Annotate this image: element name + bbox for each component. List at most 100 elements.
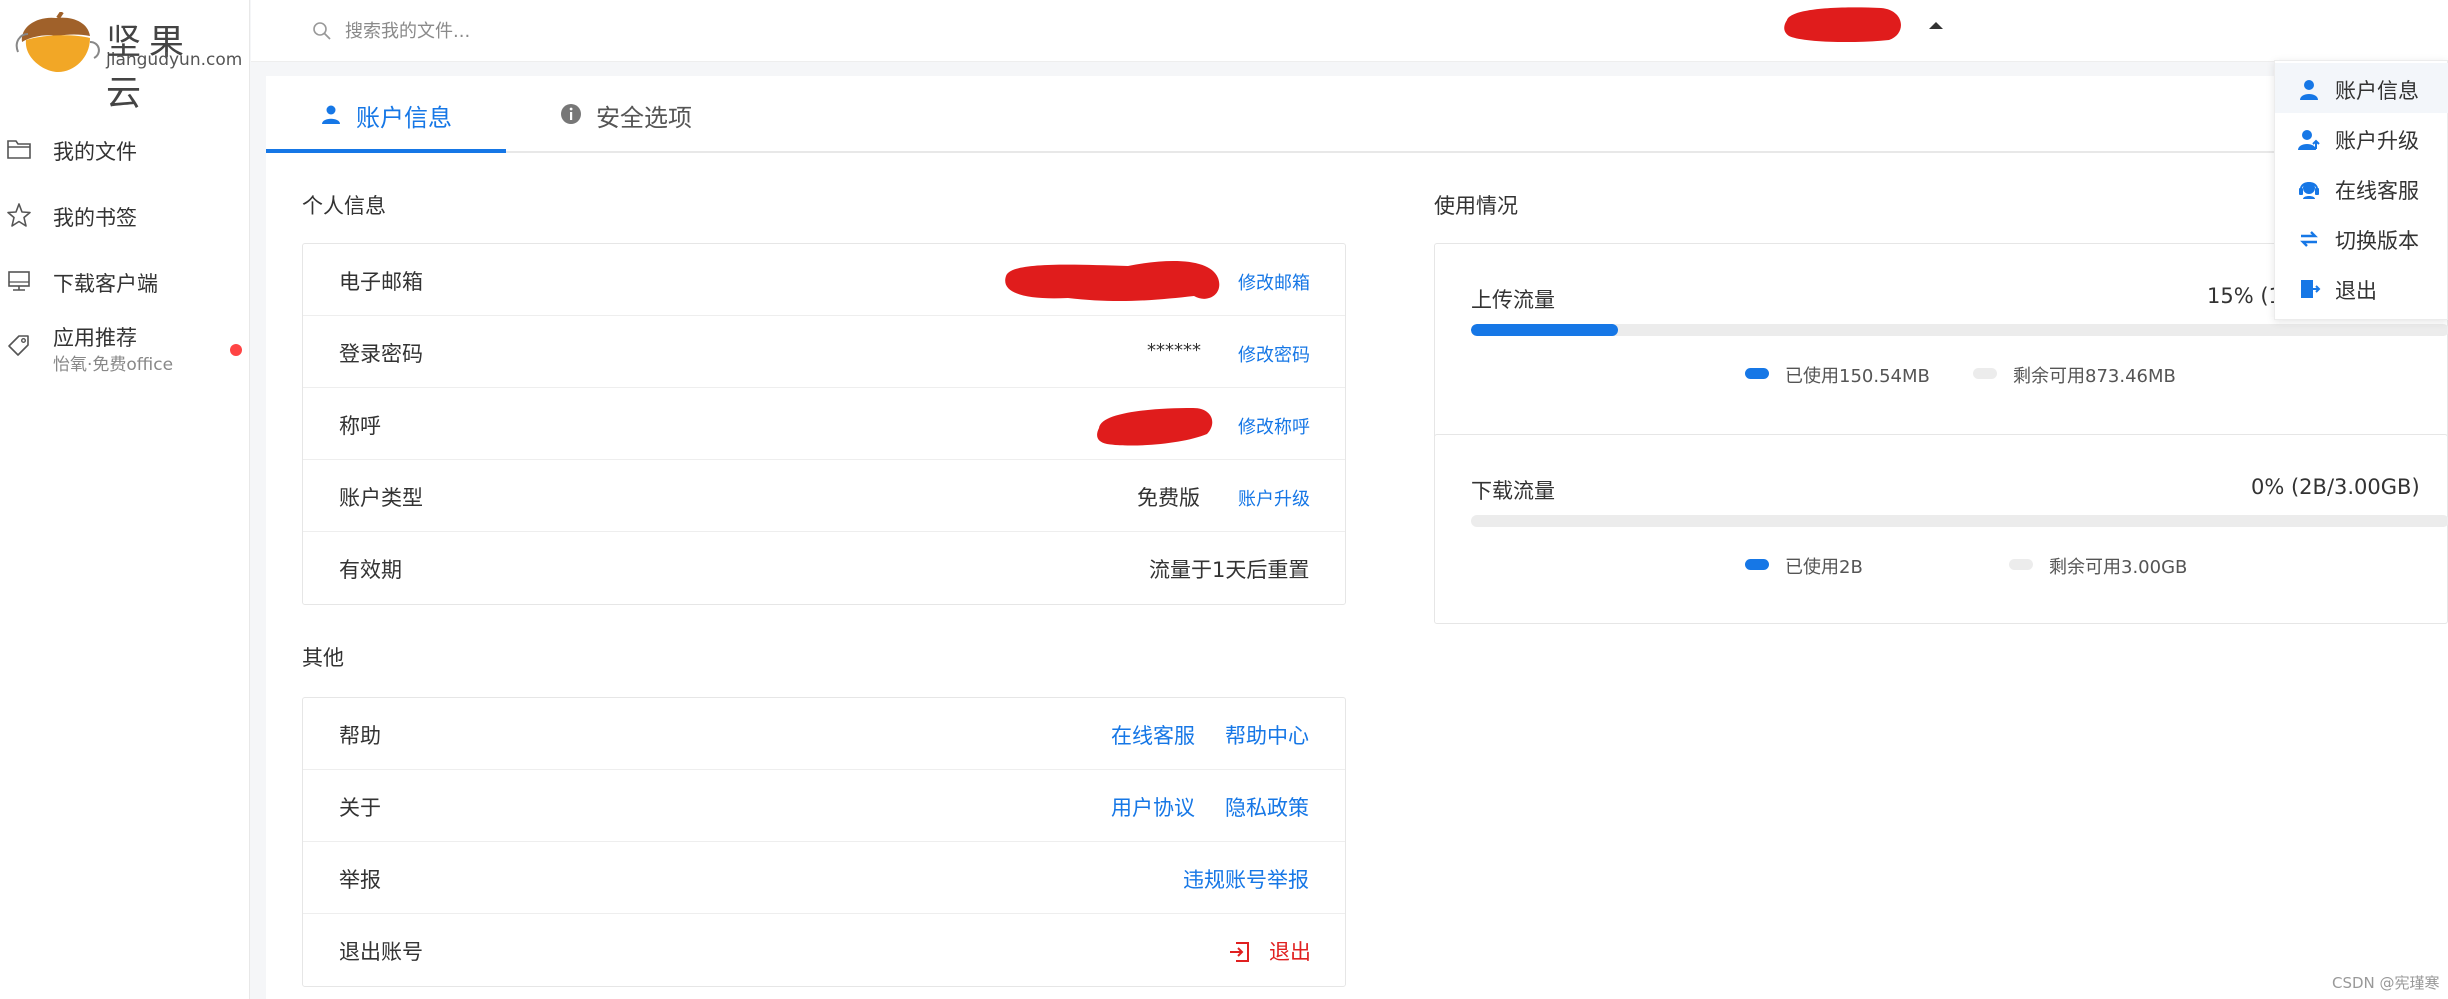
user-dropdown-menu: 账户信息 账户升级 在线客服 切换版本 退出 <box>2274 60 2448 320</box>
row-label: 帮助 <box>339 724 381 748</box>
upload-used-text: 已使用150.54MB <box>1785 366 1930 387</box>
user-icon <box>2300 80 2318 100</box>
user-icon <box>322 105 340 124</box>
legend-used-swatch <box>1745 368 1769 379</box>
logo[interactable]: 坚果云 jiangudyun.com <box>14 12 242 114</box>
privacy-policy-link[interactable]: 隐私政策 <box>1225 792 1309 822</box>
menu-item-label: 退出 <box>2335 279 2377 303</box>
user-upgrade-icon <box>2298 130 2320 150</box>
logout-icon[interactable] <box>1227 940 1251 964</box>
change-nickname-link[interactable]: 修改称呼 <box>1238 413 1310 439</box>
sidebar: 坚果云 jiangudyun.com 我的文件 我的书签 下载客户端 应用推荐 … <box>0 0 250 999</box>
help-center-link[interactable]: 帮助中心 <box>1225 720 1309 750</box>
section-title-other: 其他 <box>302 646 344 670</box>
logout-row: 退出账号 退出 <box>303 914 1345 986</box>
menu-item-upgrade[interactable]: 账户升级 <box>2275 113 2448 163</box>
sidebar-item-my-files[interactable]: 我的文件 <box>0 120 250 180</box>
password-row: 登录密码 ****** 修改密码 <box>303 316 1345 388</box>
help-row: 帮助 在线客服 帮助中心 <box>303 698 1345 770</box>
upload-title: 上传流量 <box>1471 288 1555 312</box>
menu-item-label: 切换版本 <box>2335 229 2419 253</box>
tab-security[interactable]: 安全选项 <box>506 76 706 153</box>
menu-item-logout[interactable]: 退出 <box>2275 263 2448 313</box>
account-type-row: 账户类型 免费版 账户升级 <box>303 460 1345 532</box>
tab-label: 账户信息 <box>356 104 452 132</box>
search-input[interactable] <box>345 14 805 48</box>
upload-remaining-text: 剩余可用873.46MB <box>2013 366 2176 387</box>
main-panel: 账户信息 安全选项 个人信息 电子邮箱 修改邮箱 登录密码 ****** 修改密… <box>266 76 2448 999</box>
tab-account-info[interactable]: 账户信息 <box>266 76 506 153</box>
menu-item-label: 账户升级 <box>2335 129 2419 153</box>
sidebar-item-sublabel: 怡氧·免费office <box>53 355 174 375</box>
watermark: CSDN @宪瑾寒 <box>2332 974 2440 992</box>
account-type-value: 免费版 <box>1137 486 1200 510</box>
email-row: 电子邮箱 修改邮箱 <box>303 244 1345 316</box>
row-label: 举报 <box>339 868 381 892</box>
redacted-email <box>1005 261 1220 302</box>
sidebar-item-bookmarks[interactable]: 我的书签 <box>0 186 250 246</box>
brand-domain: jiangudyun.com <box>106 50 243 70</box>
download-progress-bar <box>1471 515 2448 527</box>
star-icon <box>7 203 31 227</box>
tag-icon <box>8 335 29 356</box>
row-label: 关于 <box>339 796 381 820</box>
tab-active-indicator <box>266 149 506 153</box>
tab-bar: 账户信息 安全选项 <box>266 76 2448 153</box>
row-label: 退出账号 <box>339 940 423 964</box>
section-title-personal: 个人信息 <box>302 194 386 218</box>
folder-icon <box>7 140 31 159</box>
row-label: 账户类型 <box>339 486 423 510</box>
switch-icon <box>2300 231 2318 247</box>
row-label: 电子邮箱 <box>339 270 423 294</box>
menu-item-label: 账户信息 <box>2335 79 2419 103</box>
user-agreement-link[interactable]: 用户协议 <box>1111 792 1195 822</box>
report-row: 举报 违规账号举报 <box>303 842 1345 914</box>
upload-percent: 15% (1 <box>2207 284 2282 308</box>
sidebar-item-label: 我的书签 <box>53 206 137 230</box>
download-remaining-text: 剩余可用3.00GB <box>2049 557 2188 578</box>
notification-dot <box>230 344 242 356</box>
search-box[interactable] <box>311 14 811 48</box>
menu-item-account-info[interactable]: 账户信息 <box>2275 63 2448 113</box>
online-support-link[interactable]: 在线客服 <box>1111 720 1195 750</box>
sidebar-item-label: 下载客户端 <box>53 272 158 296</box>
menu-item-online-support[interactable]: 在线客服 <box>2275 163 2448 213</box>
redacted-nickname <box>1097 408 1213 446</box>
search-icon <box>313 22 331 40</box>
row-label: 称呼 <box>339 414 381 438</box>
download-percent: 0% (2B/3.00GB) <box>2251 475 2420 499</box>
download-usage-card: 下载流量 0% (2B/3.00GB) 已使用2B 剩余可用3.00GB <box>1434 434 2448 624</box>
change-email-link[interactable]: 修改邮箱 <box>1238 269 1310 295</box>
report-violation-link[interactable]: 违规账号举报 <box>1183 864 1309 894</box>
headset-icon <box>2299 182 2319 199</box>
logout-link[interactable]: 退出 <box>1269 936 1311 966</box>
acorn-logo-icon <box>15 12 100 72</box>
sidebar-item-download-client[interactable]: 下载客户端 <box>0 252 250 312</box>
sidebar-item-label: 应用推荐 <box>53 326 137 350</box>
password-masked: ****** <box>1147 340 1201 361</box>
tab-label: 安全选项 <box>596 104 692 132</box>
legend-used-swatch <box>1745 559 1769 570</box>
exit-icon <box>2301 280 2321 298</box>
change-password-link[interactable]: 修改密码 <box>1238 341 1310 367</box>
upgrade-account-link[interactable]: 账户升级 <box>1238 485 1310 511</box>
download-title: 下载流量 <box>1471 479 1555 503</box>
avatar[interactable] <box>1781 6 1907 42</box>
topbar <box>251 0 2448 62</box>
menu-item-label: 在线客服 <box>2335 179 2419 203</box>
personal-info-card: 电子邮箱 修改邮箱 登录密码 ****** 修改密码 称呼 修改称呼 账户类型 … <box>302 243 1346 605</box>
nickname-row: 称呼 修改称呼 <box>303 388 1345 460</box>
monitor-icon <box>8 271 30 291</box>
other-card: 帮助 在线客服 帮助中心 关于 用户协议 隐私政策 举报 违规账号举报 退出账号… <box>302 697 1346 987</box>
section-title-usage: 使用情况 <box>1434 194 1518 218</box>
row-label: 有效期 <box>339 558 402 582</box>
row-label: 登录密码 <box>339 342 423 366</box>
validity-value: 流量于1天后重置 <box>1149 558 1310 582</box>
validity-row: 有效期 流量于1天后重置 <box>303 532 1345 604</box>
sidebar-item-app-recommend[interactable]: 应用推荐 怡氧·免费office <box>0 314 250 384</box>
legend-remaining-swatch <box>1973 368 1997 379</box>
menu-item-switch-version[interactable]: 切换版本 <box>2275 213 2448 263</box>
chevron-up-icon[interactable] <box>1929 22 1943 29</box>
download-used-text: 已使用2B <box>1785 557 1863 578</box>
info-icon <box>561 104 581 124</box>
